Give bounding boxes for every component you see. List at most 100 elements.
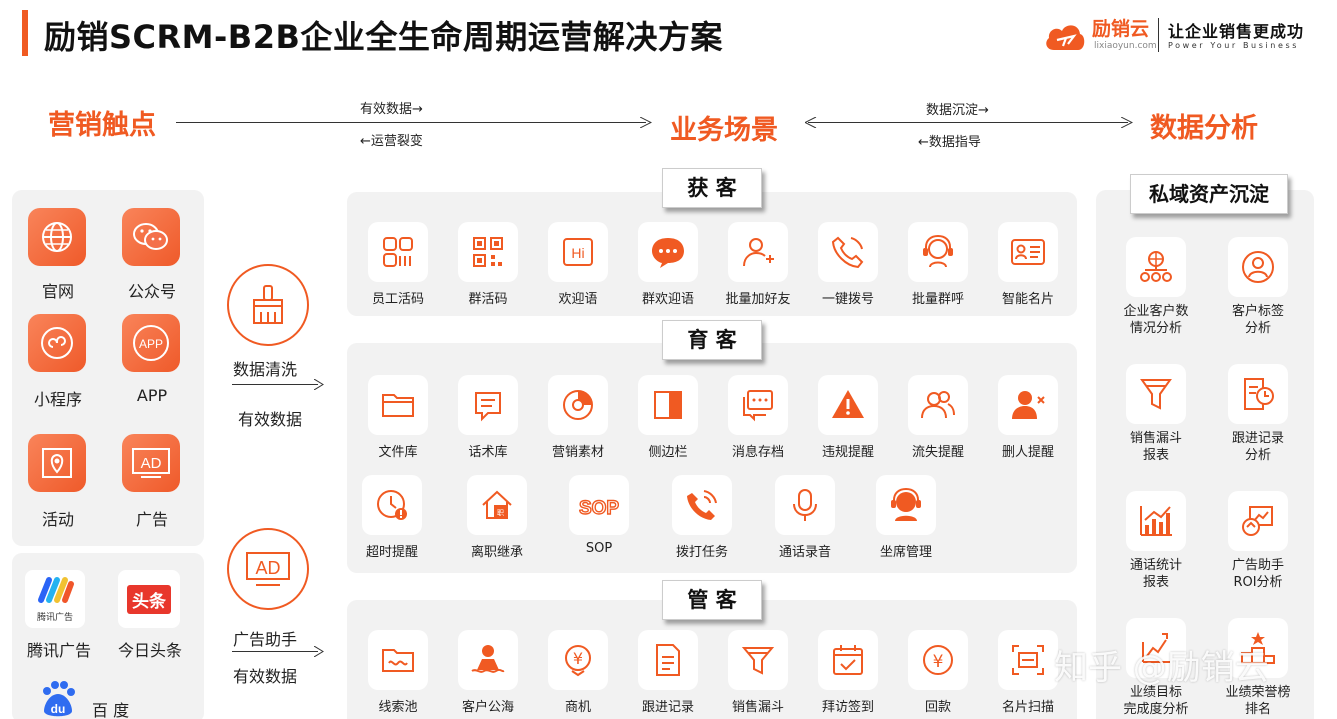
ad-assistant-icon: AD (227, 528, 309, 610)
clean-arrow-line (232, 384, 318, 385)
app-icon[interactable]: APP (122, 314, 180, 372)
lead-pool-icon[interactable] (368, 630, 428, 690)
warning-icon[interactable] (818, 375, 878, 435)
broom-icon (227, 264, 309, 346)
feature-label: 批量加好友 (725, 292, 791, 307)
feature-label: 业绩目标 完成度分析 (1123, 685, 1189, 717)
agent-icon[interactable] (876, 475, 936, 535)
feature-label: 流失提醒 (911, 445, 964, 460)
toutiao-logo[interactable]: 头条 (118, 570, 180, 628)
flow-arrow2-line (808, 122, 1128, 123)
flow-touch-label: 营销触点 (48, 110, 156, 141)
feature-label: 违规提醒 (821, 445, 874, 460)
qrcode-grid-icon[interactable] (368, 222, 428, 282)
users-icon[interactable] (908, 375, 968, 435)
svg-text:AD: AD (141, 455, 162, 472)
bar-chart-icon[interactable] (1126, 491, 1186, 551)
nurture-title: 育 客 (662, 320, 762, 360)
org-chart-icon[interactable] (1126, 237, 1186, 297)
feature-label: 群活码 (468, 292, 508, 307)
svg-text:¥: ¥ (933, 652, 944, 672)
customer-sea-icon[interactable] (458, 630, 518, 690)
feature-label: 跟进记录 (641, 700, 694, 715)
svg-text:Hi: Hi (571, 245, 584, 261)
feature-label: 广告助手 ROI分析 (1231, 558, 1284, 590)
tencent-ads-logo[interactable]: 腾讯广告 (25, 570, 85, 628)
ad-arrow-line (232, 651, 318, 652)
call-task-icon[interactable] (672, 475, 732, 535)
baidu-logo[interactable]: du (38, 680, 78, 719)
qrcode-icon[interactable] (458, 222, 518, 282)
inherit-icon[interactable]: 职 (467, 475, 527, 535)
feature-label: 营销素材 (551, 445, 604, 460)
chat-bubble-icon[interactable] (638, 222, 698, 282)
feature-label: 离职继承 (470, 545, 523, 560)
phone-icon[interactable] (818, 222, 878, 282)
clock-alert-icon[interactable] (362, 475, 422, 535)
opportunity-icon[interactable]: ¥ (548, 630, 608, 690)
hi-icon[interactable]: Hi (548, 222, 608, 282)
brand-slogan-en: Power Your Business (1168, 41, 1300, 50)
brand-name: 励销云 (1092, 18, 1150, 40)
svg-text:AD: AD (255, 558, 280, 578)
ad-icon[interactable]: AD (122, 434, 180, 492)
business-card-icon[interactable] (998, 222, 1058, 282)
add-user-icon[interactable] (728, 222, 788, 282)
map-pin-icon[interactable] (28, 434, 86, 492)
feature-label: 侧边栏 (648, 445, 688, 460)
feature-label: 拜访签到 (821, 700, 874, 715)
svg-text:SOP: SOP (579, 498, 619, 519)
payment-icon[interactable]: ¥ (908, 630, 968, 690)
svg-text:APP: APP (139, 337, 163, 351)
channel-label: 活动 (41, 510, 74, 529)
feature-label: 员工活码 (371, 292, 424, 307)
svg-text:职: 职 (497, 509, 504, 517)
remove-user-icon[interactable] (998, 375, 1058, 435)
ad-arrow-head-icon (314, 646, 324, 657)
channel-label: 腾讯广告 (26, 641, 91, 660)
channel-label: APP (136, 386, 168, 405)
ad-assistant-sub: 有效数据 (233, 667, 298, 686)
wechat-icon[interactable] (122, 208, 180, 266)
roi-icon[interactable] (1228, 491, 1288, 551)
clean-arrow-head-icon (314, 379, 324, 390)
document-icon[interactable] (638, 630, 698, 690)
funnel-icon[interactable] (728, 630, 788, 690)
title-accent-bar (22, 10, 28, 56)
svg-text:du: du (51, 702, 66, 716)
flow-analysis-label: 数据分析 (1150, 113, 1258, 144)
feature-label: 删人提醒 (1001, 445, 1054, 460)
message-archive-icon[interactable] (728, 375, 788, 435)
globe-icon[interactable] (28, 208, 86, 266)
material-icon[interactable] (548, 375, 608, 435)
feature-label: 话术库 (468, 445, 508, 460)
tag-user-icon[interactable] (1228, 237, 1288, 297)
channel-label: 公众号 (127, 282, 176, 301)
brand-url: lixiaoyun.com (1094, 41, 1157, 51)
feature-label: 通话录音 (778, 545, 831, 560)
flow-scene-label: 业务场景 (670, 115, 778, 146)
flow-arrow1-line (176, 122, 646, 123)
calendar-check-icon[interactable] (818, 630, 878, 690)
channel-label: 今日头条 (117, 641, 182, 660)
feature-label: 消息存档 (731, 445, 784, 460)
mini-program-icon[interactable] (28, 314, 86, 372)
flow-arrow2-head-icon (1121, 117, 1133, 128)
headset-icon[interactable] (908, 222, 968, 282)
ad-assistant-label: 广告助手 (233, 630, 298, 649)
folder-icon[interactable] (368, 375, 428, 435)
microphone-icon[interactable] (775, 475, 835, 535)
feature-label: 一键拨号 (821, 292, 874, 307)
feature-label: 客户公海 (461, 700, 514, 715)
feature-label: 跟进记录 分析 (1231, 431, 1284, 463)
feature-label: 名片扫描 (1001, 700, 1054, 715)
sop-icon[interactable]: SOP (569, 475, 629, 535)
watermark: 知乎 @励销云 (1054, 648, 1269, 688)
record-analysis-icon[interactable] (1228, 364, 1288, 424)
brand-slogan: 让企业销售更成功 (1168, 22, 1305, 41)
card-scan-icon[interactable] (998, 630, 1058, 690)
sidebar-icon[interactable] (638, 375, 698, 435)
funnel-report-icon[interactable] (1126, 364, 1186, 424)
script-icon[interactable] (458, 375, 518, 435)
channel-label: 广告 (135, 510, 168, 529)
